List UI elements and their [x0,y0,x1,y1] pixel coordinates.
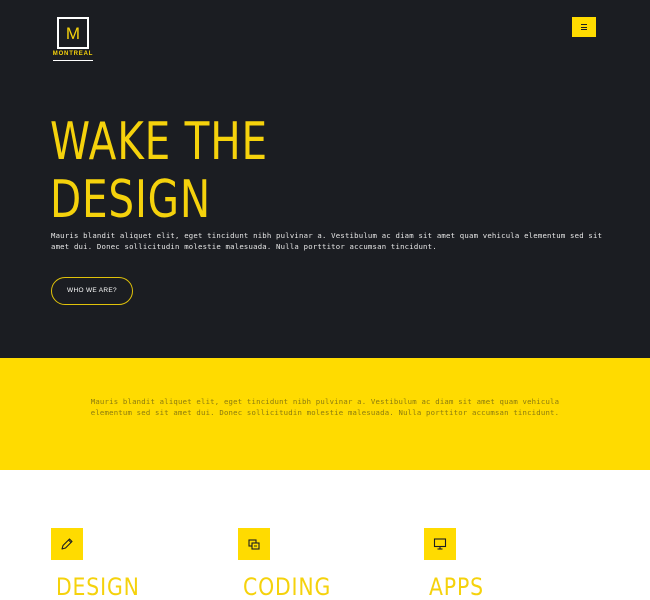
service-apps[interactable]: APPS [424,528,584,600]
service-title: DESIGN [56,573,140,600]
menu-button[interactable] [572,17,596,37]
hero-title-line-2: DESIGN [50,170,212,230]
service-coding[interactable]: CODING [238,528,398,600]
service-title: APPS [429,573,484,600]
hero-section: M MONTREAL WAKE THE DESIGN Mauris blandi… [0,0,650,358]
hero-title: WAKE THE DESIGN [50,113,378,229]
logo-letter: M [65,24,81,43]
service-design[interactable]: DESIGN [51,528,211,600]
service-icon-box [51,528,83,560]
logo-frame: M [57,17,89,49]
monitor-icon [433,538,447,550]
hero-paragraph: Mauris blandit aliquet elit, eget tincid… [51,231,603,251]
logo-underline [53,60,93,61]
band-paragraph: Mauris blandit aliquet elit, eget tincid… [90,397,560,417]
service-icon-box [238,528,270,560]
code-icon [248,539,260,550]
service-title: CODING [243,573,332,600]
hero-title-line-1: WAKE THE [50,112,268,172]
logo-name: MONTREAL [52,51,94,57]
service-icon-box [424,528,456,560]
who-we-are-button[interactable]: WHO WE ARE? [51,277,133,305]
intro-band: Mauris blandit aliquet elit, eget tincid… [0,358,650,470]
pencil-icon [61,538,73,550]
brand-logo[interactable]: M MONTREAL [51,17,95,61]
